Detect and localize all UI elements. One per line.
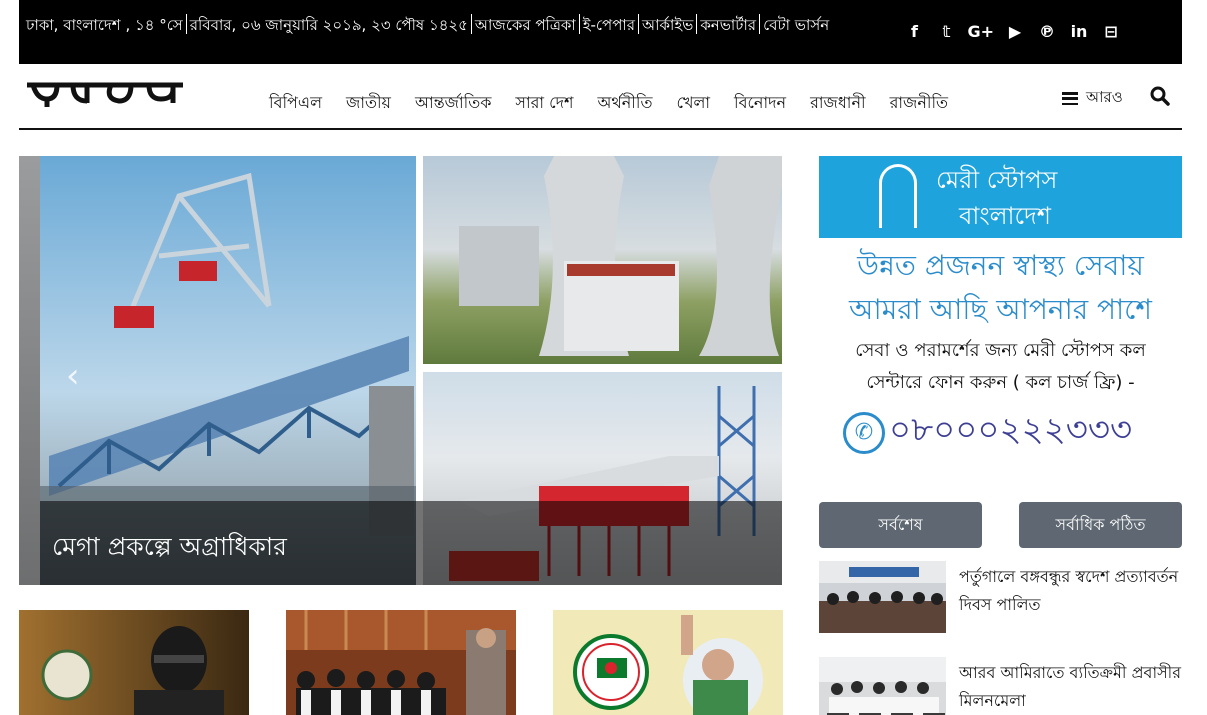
search-icon[interactable] <box>1150 86 1170 106</box>
list-item[interactable]: আরব আমিরাতে ব্যতিক্রমী প্রবাসীর মিলনমেলা <box>819 657 1207 715</box>
current-date: রবিবার, ০৬ জানুয়ারি ২০১৯, ২৩ পৌষ ১৪২৫ <box>189 16 468 34</box>
nav-item-international[interactable]: আন্তর্জাতিক <box>403 90 503 117</box>
news-image <box>819 657 946 715</box>
lead-slider[interactable]: ‹ মেগা প্রকল্পে অগ্রাধিকার <box>19 156 782 585</box>
news-thumbnail[interactable] <box>286 610 516 715</box>
site-header: বিপিএল জাতীয় আন্তর্জাতিক সারা দেশ অর্থন… <box>19 64 1182 130</box>
door-logo-icon <box>879 164 917 228</box>
archive-link[interactable]: আর্কাইভ <box>639 14 696 39</box>
slide-caption[interactable]: মেগা প্রকল্পে অগ্রাধিকার <box>40 501 782 585</box>
social-links: f 𝕥 G+ ▶ ℗ in ⊟ <box>903 20 1122 44</box>
nav-item-sports[interactable]: খেলা <box>664 90 722 117</box>
list-item[interactable]: পর্তুগালে বঙ্গবন্ধুর স্বদেশ প্রত্যাবর্তন… <box>819 561 1207 635</box>
ad-brand-band: মেরী স্টোপস বাংলাদেশ <box>819 156 1182 238</box>
nav-item-bpl[interactable]: বিপিএল <box>257 90 334 117</box>
ad-headline-1: উন্নত প্রজনন স্বাস্থ্য সেবায় <box>857 249 1144 282</box>
ad-text-1: সেবা ও পরামর্শের জন্য মেরী স্টোপস কল <box>855 340 1146 361</box>
site-logo[interactable] <box>25 73 185 109</box>
top-info-links: ঢাকা, বাংলাদেশ , ১৪ °সে রবিবার, ০৬ জানুয… <box>23 14 832 39</box>
twitter-icon[interactable]: 𝕥 <box>935 20 957 44</box>
ad-headline-2: আমরা আছি আপনার পাশে <box>849 293 1152 326</box>
converter-link[interactable]: কনভার্টার <box>697 14 759 39</box>
nav-item-economy[interactable]: অর্থনীতি <box>586 90 665 117</box>
news-thumbnail[interactable] <box>19 610 249 715</box>
rss-icon[interactable]: ⊟ <box>1100 20 1122 44</box>
more-label: আরও <box>1086 88 1123 106</box>
ad-text-2: সেন্টারে ফোন করুন ( কল চার্জ ফ্রি) - <box>866 372 1135 393</box>
nav-item-politics[interactable]: রাজনীতি <box>878 90 960 117</box>
news-image <box>819 561 946 633</box>
top-bar: ঢাকা, বাংলাদেশ , ১৪ °সে রবিবার, ০৬ জানুয… <box>19 0 1182 64</box>
pinterest-icon[interactable]: ℗ <box>1036 20 1058 44</box>
nav-item-capital[interactable]: রাজধানী <box>798 90 878 117</box>
beta-version-link[interactable]: বেটা ভার্সন <box>760 14 832 39</box>
slide-caption-text: মেগা প্রকল্পে অগ্রাধিকার <box>52 532 287 561</box>
epaper-link[interactable]: ই-পেপার <box>580 14 638 39</box>
nav-item-entertainment[interactable]: বিনোদন <box>722 90 798 117</box>
news-title[interactable]: পর্তুগালে বঙ্গবন্ধুর স্বদেশ প্রত্যাবর্তন… <box>959 563 1207 619</box>
location-temperature: ঢাকা, বাংলাদেশ , ১৪ °সে <box>26 16 183 34</box>
linkedin-icon[interactable]: in <box>1068 20 1090 44</box>
todays-paper-link[interactable]: আজকের পত্রিকা <box>472 14 579 39</box>
google-plus-icon[interactable]: G+ <box>967 20 994 44</box>
more-menu-button[interactable]: আরও <box>1062 86 1123 111</box>
tab-latest[interactable]: সর্বশেষ <box>819 502 982 548</box>
awami-league-image <box>553 610 783 715</box>
nav-item-country[interactable]: সারা দেশ <box>503 90 585 117</box>
youtube-icon[interactable]: ▶ <box>1004 20 1026 44</box>
ad-phone-number: ০৮০০০২২২৩৩৩ <box>889 410 1133 450</box>
news-title[interactable]: আরব আমিরাতে ব্যতিক্রমী প্রবাসীর মিলনমেলা <box>959 659 1207 715</box>
tab-most-read[interactable]: সর্বাধিক পঠিত <box>1019 502 1182 548</box>
ad-brand-line1: মেরী স্টোপস <box>936 166 1058 194</box>
phone-icon: ✆ <box>843 411 885 454</box>
nav-item-national[interactable]: জাতীয় <box>334 90 403 117</box>
hacker-bank-image <box>19 610 249 715</box>
main-nav: বিপিএল জাতীয় আন্তর্জাতিক সারা দেশ অর্থন… <box>257 90 960 117</box>
hamburger-icon <box>1062 92 1078 105</box>
slider-prev-arrow-icon[interactable]: ‹ <box>66 356 80 396</box>
oath-ceremony-image <box>286 610 516 715</box>
ad-brand-line2: বাংলাদেশ <box>959 202 1051 230</box>
news-thumbnail[interactable] <box>553 610 783 715</box>
ad-phone: ✆ ০৮০০০২২২৩৩৩ <box>843 404 1132 461</box>
advertisement[interactable]: মেরী স্টোপস বাংলাদেশ উন্নত প্রজনন স্বাস্… <box>819 156 1182 462</box>
facebook-icon[interactable]: f <box>903 20 925 44</box>
